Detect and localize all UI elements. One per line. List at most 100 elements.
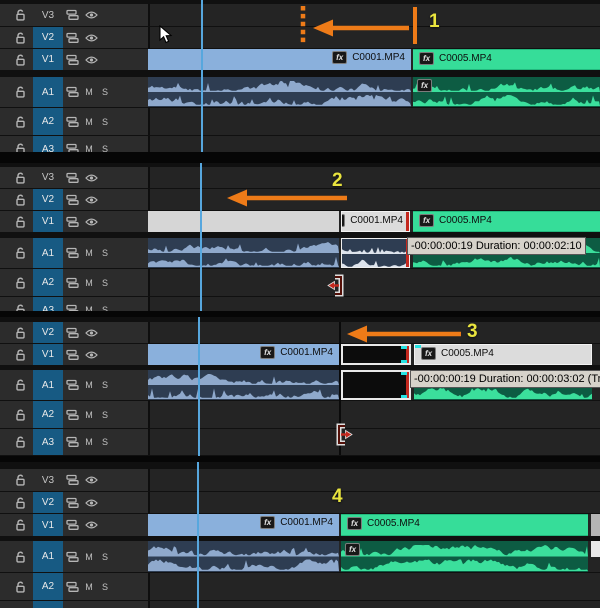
track-lock-button[interactable]: [15, 86, 26, 99]
sync-lock-toggle[interactable]: [66, 247, 79, 259]
track-target-button-V1[interactable]: V1: [33, 514, 63, 536]
solo-button[interactable]: S: [99, 117, 111, 127]
track-output-toggle[interactable]: [85, 217, 98, 226]
track-lock-button[interactable]: [15, 408, 26, 421]
clip-fragment[interactable]: [148, 238, 339, 268]
track-output-toggle[interactable]: [85, 33, 98, 42]
clip-fragment[interactable]: fx: [413, 77, 600, 107]
clip-fragment[interactable]: fx: [341, 541, 588, 572]
track-lock-button[interactable]: [15, 193, 26, 206]
track-lock-button[interactable]: [15, 276, 26, 289]
clip-C0005[interactable]: fx C0005.MP4: [414, 344, 592, 365]
solo-button[interactable]: S: [99, 305, 111, 311]
mute-button[interactable]: M: [83, 305, 95, 311]
mute-button[interactable]: M: [83, 410, 95, 420]
solo-button[interactable]: S: [99, 144, 111, 152]
sync-lock-toggle[interactable]: [66, 143, 79, 152]
track-target-button-A2[interactable]: A2: [33, 108, 63, 135]
track-target-button-A3[interactable]: A3: [33, 297, 63, 311]
sync-lock-toggle[interactable]: [66, 116, 79, 127]
playhead[interactable]: [198, 317, 200, 456]
track-output-toggle[interactable]: [85, 328, 98, 337]
mute-button[interactable]: M: [83, 552, 95, 562]
clip-fragment[interactable]: [148, 211, 339, 232]
track-target-button-V1[interactable]: V1: [33, 49, 63, 70]
solo-button[interactable]: S: [99, 248, 111, 258]
sync-lock-toggle[interactable]: [66, 436, 79, 448]
track-lock-button[interactable]: [15, 474, 26, 487]
track-target-button-V1[interactable]: V1: [33, 344, 63, 365]
playhead[interactable]: [200, 163, 202, 311]
sync-lock-toggle[interactable]: [66, 32, 79, 43]
solo-button[interactable]: S: [99, 437, 111, 447]
clip-fragment[interactable]: [341, 238, 410, 268]
mute-button[interactable]: M: [83, 248, 95, 258]
clip-fragment[interactable]: [591, 514, 600, 536]
playhead[interactable]: [201, 0, 203, 152]
solo-button[interactable]: S: [99, 278, 111, 288]
track-target-button-A1[interactable]: A1: [33, 238, 63, 268]
track-lock-button[interactable]: [15, 9, 26, 22]
mute-button[interactable]: M: [83, 87, 95, 97]
sync-lock-toggle[interactable]: [66, 519, 79, 531]
sync-lock-toggle[interactable]: [66, 54, 79, 65]
solo-button[interactable]: S: [99, 410, 111, 420]
track-output-toggle[interactable]: [85, 11, 98, 20]
mute-button[interactable]: M: [83, 278, 95, 288]
sync-lock-toggle[interactable]: [66, 216, 79, 227]
sync-lock-toggle[interactable]: [66, 194, 79, 205]
track-lock-button[interactable]: [15, 215, 26, 228]
track-target-button-V2[interactable]: V2: [33, 189, 63, 210]
track-target-button-V3[interactable]: V3: [33, 4, 63, 26]
track-target-button-A3[interactable]: A3: [33, 136, 63, 152]
track-lock-button[interactable]: [15, 379, 26, 392]
sync-lock-toggle[interactable]: [66, 172, 79, 183]
clip-C0001[interactable]: fx C0001.MP4: [341, 211, 410, 232]
track-output-toggle[interactable]: [85, 521, 98, 530]
clip-fragment[interactable]: [148, 370, 339, 400]
sync-lock-toggle[interactable]: [66, 497, 79, 508]
track-output-toggle[interactable]: [85, 498, 98, 507]
clip-C0001[interactable]: fx C0001.MP4: [148, 49, 411, 70]
trim-gap-clip[interactable]: [341, 370, 411, 400]
sync-lock-toggle[interactable]: [66, 327, 79, 338]
track-target-button-A1[interactable]: A1: [33, 370, 63, 400]
mute-button[interactable]: M: [83, 582, 95, 592]
sync-lock-toggle[interactable]: [66, 349, 79, 360]
track-lock-button[interactable]: [15, 436, 26, 449]
clip-C0001[interactable]: fx C0001.MP4: [148, 344, 339, 365]
sync-lock-toggle[interactable]: [66, 86, 79, 98]
track-target-button-A2[interactable]: A2: [33, 401, 63, 428]
sync-lock-toggle[interactable]: [66, 379, 79, 391]
track-target-button-V1[interactable]: V1: [33, 211, 63, 232]
track-lock-button[interactable]: [15, 31, 26, 44]
clip-fragment[interactable]: [148, 77, 411, 107]
track-lock-button[interactable]: [15, 115, 26, 128]
solo-button[interactable]: S: [99, 552, 111, 562]
track-lock-button[interactable]: [15, 53, 26, 66]
track-output-toggle[interactable]: [85, 476, 98, 485]
track-lock-button[interactable]: [15, 247, 26, 260]
clip-C0005[interactable]: fx C0005.MP4: [341, 514, 588, 536]
sync-lock-toggle[interactable]: [66, 551, 79, 562]
track-target-button-A2[interactable]: A2: [33, 269, 63, 296]
sync-lock-toggle[interactable]: [66, 277, 79, 288]
track-target-button-A2[interactable]: A2: [33, 573, 63, 600]
track-target-button-V2[interactable]: V2: [33, 492, 63, 513]
track-lock-button[interactable]: [15, 348, 26, 361]
solo-button[interactable]: S: [99, 87, 111, 97]
track-target-button-V3[interactable]: V3: [33, 167, 63, 188]
track-lock-button[interactable]: [15, 171, 26, 184]
clip-C0005[interactable]: fx C0005.MP4: [413, 49, 600, 70]
sync-lock-toggle[interactable]: [66, 409, 79, 420]
sync-lock-toggle[interactable]: [66, 474, 79, 486]
track-lock-button[interactable]: [15, 580, 26, 593]
track-output-toggle[interactable]: [85, 173, 98, 182]
track-target-button-A1[interactable]: A1: [33, 541, 63, 572]
playhead[interactable]: [197, 462, 199, 608]
track-target-button-V3[interactable]: V3: [33, 469, 63, 491]
track-target-button-A1[interactable]: A1: [33, 77, 63, 107]
trim-gap-clip[interactable]: [341, 344, 411, 365]
track-target-button-A3[interactable]: A3: [33, 429, 63, 455]
clip-C0005[interactable]: fx C0005.MP4: [413, 211, 600, 232]
